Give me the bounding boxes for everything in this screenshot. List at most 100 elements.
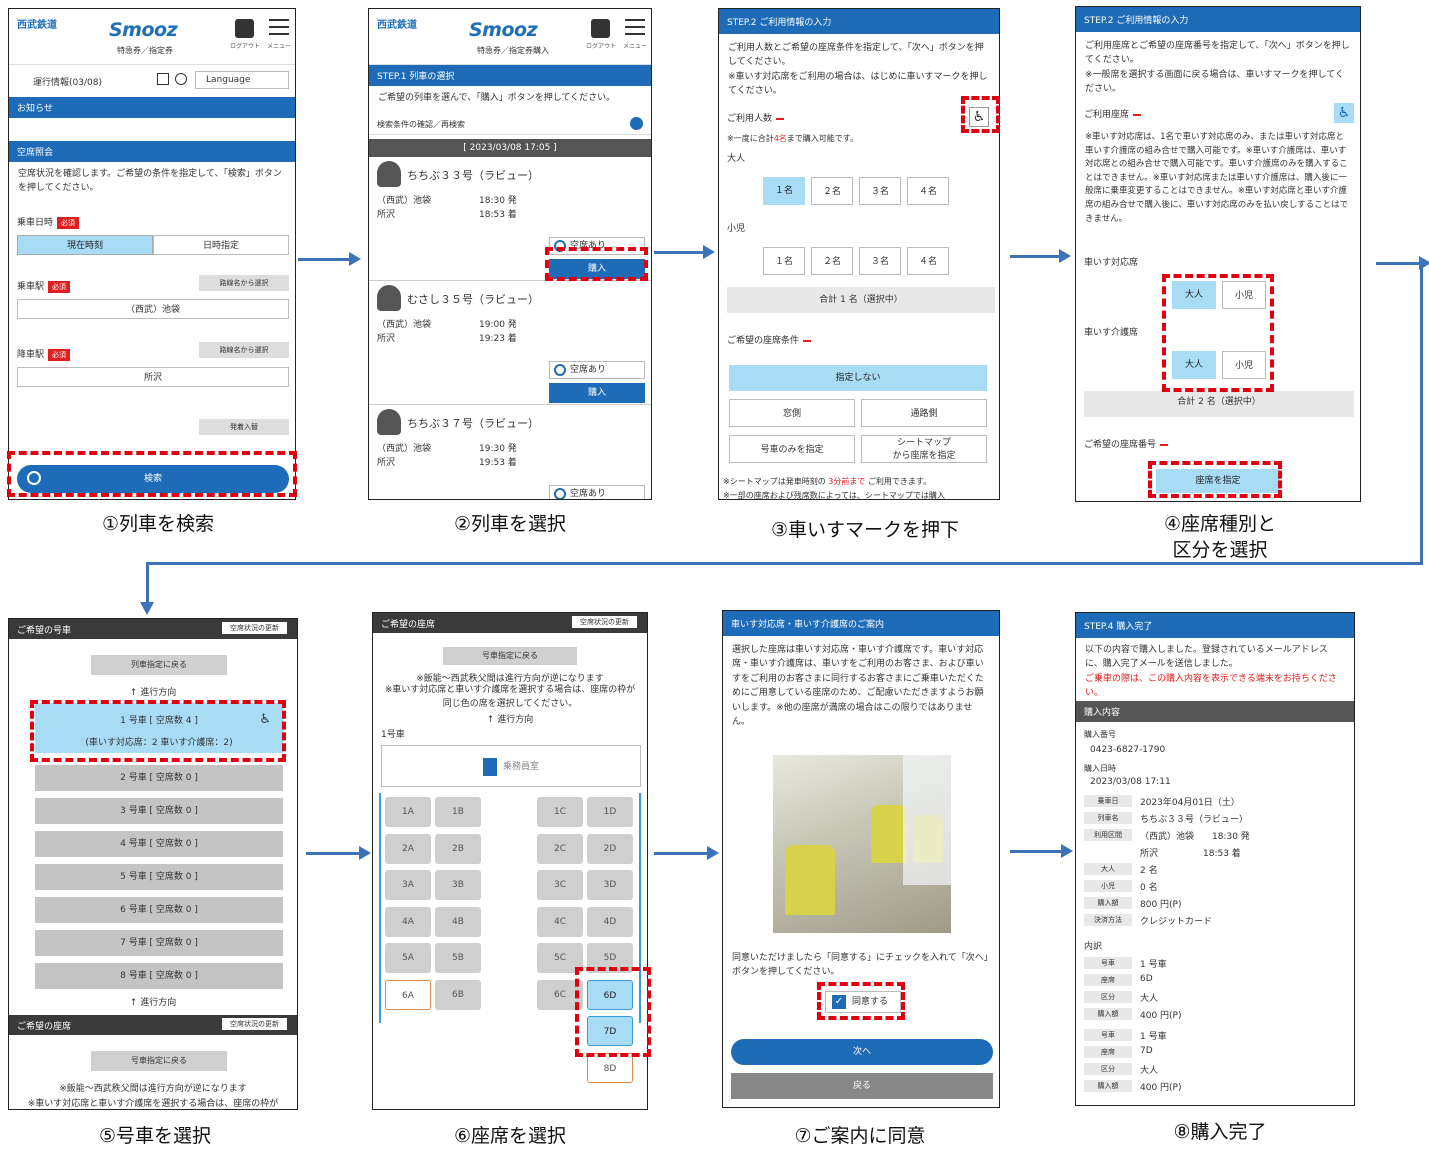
car-button[interactable]: 7 号車 [ 空席数 0 ] bbox=[35, 930, 283, 956]
highlight-car bbox=[30, 700, 286, 762]
plus-icon bbox=[630, 117, 643, 130]
flow-arrowhead bbox=[140, 602, 154, 615]
car-button[interactable]: 3 号車 [ 空席数 0 ] bbox=[35, 798, 283, 824]
seat-4b[interactable]: 4B bbox=[435, 906, 481, 937]
detail-key: 座席 bbox=[1084, 974, 1132, 986]
buy-button[interactable]: 購入 bbox=[549, 383, 645, 403]
flow-arrow bbox=[1010, 249, 1071, 263]
notice-bar: お知らせ bbox=[9, 97, 295, 118]
adult-count-button[interactable]: ２名 bbox=[811, 177, 853, 205]
cond-window-button[interactable]: 窓側 bbox=[729, 399, 855, 427]
logout-icon[interactable] bbox=[235, 19, 254, 38]
section-bar: 空席照会 bbox=[9, 141, 295, 162]
car-button[interactable]: 2 号車 [ 空席数 0 ] bbox=[35, 765, 283, 791]
back-button[interactable]: 号車指定に戻る bbox=[443, 647, 577, 665]
cond-aisle-button[interactable]: 通路側 bbox=[861, 399, 987, 427]
seat-6a[interactable]: 6A bbox=[385, 979, 431, 1010]
crew-room: 乗務員室 bbox=[381, 745, 641, 787]
car-button[interactable]: 8 号車 [ 空席数 0 ] bbox=[35, 963, 283, 989]
seat-6b[interactable]: 6B bbox=[435, 979, 481, 1010]
seat-1b[interactable]: 1B bbox=[435, 797, 481, 827]
arr-line-button[interactable]: 路線名から選択 bbox=[199, 342, 289, 358]
flow-arrow bbox=[306, 846, 371, 860]
child-count-button[interactable]: ２名 bbox=[811, 247, 853, 275]
recheck-link[interactable]: 検索条件の確認／再検索 bbox=[369, 115, 651, 135]
detail-key: 購入額 bbox=[1084, 1008, 1132, 1020]
detail-key: 号車 bbox=[1084, 957, 1132, 969]
train-to: 所沢 bbox=[377, 458, 396, 468]
seat-4a[interactable]: 4A bbox=[385, 906, 431, 937]
seat-4d[interactable]: 4D bbox=[587, 906, 633, 937]
train-arr: 18:53 着 bbox=[479, 210, 517, 220]
cond-seatmap-button[interactable]: シートマップ から座席を指定 bbox=[861, 435, 987, 463]
seat-3b[interactable]: 3B bbox=[435, 870, 481, 900]
adult-count-button[interactable]: ３名 bbox=[859, 177, 901, 205]
child-count-button[interactable]: １名 bbox=[763, 247, 805, 275]
car-button[interactable]: 5 号車 [ 空席数 0 ] bbox=[35, 864, 283, 890]
seat-3d[interactable]: 3D bbox=[587, 870, 633, 900]
train-name: ちちぶ３３号（ラビュー） bbox=[407, 169, 539, 182]
car-button[interactable]: 6 号車 [ 空席数 0 ] bbox=[35, 897, 283, 923]
summary-key: 大人 bbox=[1084, 863, 1132, 875]
seat-1d[interactable]: 1D bbox=[587, 797, 633, 827]
seat-3c[interactable]: 3C bbox=[537, 870, 583, 900]
flow-line bbox=[146, 562, 149, 602]
summary-key: 列車名 bbox=[1084, 812, 1132, 824]
adult-count-button[interactable]: ４名 bbox=[907, 177, 949, 205]
dep-line-button[interactable]: 路線名から選択 bbox=[199, 275, 289, 291]
adult-count-button[interactable]: １名 bbox=[763, 177, 805, 205]
dep-station-select[interactable]: （西武）池袋 bbox=[17, 299, 289, 319]
globe-icon[interactable] bbox=[175, 73, 187, 85]
seat-1a[interactable]: 1A bbox=[385, 797, 431, 827]
app-header: 西武鉄道 Smooz 特急券／指定券購入 ログアウト メニュー bbox=[369, 9, 651, 65]
wheelchair-toggle[interactable]: ♿ bbox=[1334, 103, 1354, 123]
seat-5b[interactable]: 5B bbox=[435, 943, 481, 973]
train-name: ちちぶ３７号（ラビュー） bbox=[407, 417, 539, 430]
seat-5a[interactable]: 5A bbox=[385, 943, 431, 973]
seat-2b[interactable]: 2B bbox=[435, 833, 481, 864]
cond-car-button[interactable]: 号車のみを指定 bbox=[729, 435, 855, 463]
seat-4c[interactable]: 4C bbox=[537, 906, 583, 937]
date-toggle[interactable]: 日時指定 bbox=[153, 235, 289, 255]
child-count-button[interactable]: ４名 bbox=[907, 247, 949, 275]
logout-icon[interactable] bbox=[591, 19, 610, 38]
refresh-button[interactable]: 空席状況の更新 bbox=[222, 622, 287, 634]
train-to: 所沢 bbox=[377, 210, 396, 220]
back-button[interactable]: 戻る bbox=[731, 1073, 993, 1099]
train-item: むさし３５号（ラビュー） （西武）池袋 19:00 発所沢 19:23 着空席あり 購入 bbox=[369, 281, 651, 405]
circle-icon bbox=[554, 488, 566, 499]
info-link[interactable]: 運行情報(03/08) bbox=[33, 75, 102, 88]
seat-2d[interactable]: 2D bbox=[587, 833, 633, 864]
screen-car-select: ご希望の号車 空席状況の更新 列車指定に戻る ↑ 進行方向 1 号車 [ 空席数… bbox=[8, 618, 298, 1110]
next-button[interactable]: 次へ bbox=[731, 1039, 993, 1065]
seat-8d[interactable]: 8D bbox=[587, 1052, 633, 1083]
refresh-button[interactable]: 空席状況の更新 bbox=[222, 1018, 287, 1030]
wheelchair-icon: ♿ bbox=[1337, 105, 1351, 121]
child-count-button[interactable]: ３名 bbox=[859, 247, 901, 275]
summary-key: 購入額 bbox=[1084, 897, 1132, 909]
seat-1c[interactable]: 1C bbox=[537, 797, 583, 827]
cond-none-button[interactable]: 指定しない bbox=[729, 365, 987, 391]
back-button[interactable]: 列車指定に戻る bbox=[91, 655, 227, 675]
seat-2a[interactable]: 2A bbox=[385, 833, 431, 864]
refresh-button[interactable]: 空席状況の更新 bbox=[572, 616, 637, 628]
train-arr: 19:53 着 bbox=[479, 458, 517, 468]
car-button[interactable]: 4 号車 [ 空席数 0 ] bbox=[35, 831, 283, 857]
seat-3a[interactable]: 3A bbox=[385, 870, 431, 900]
flow-line bbox=[1376, 256, 1429, 270]
swap-button[interactable]: 発着入替 bbox=[199, 419, 289, 435]
detail-value: 6D bbox=[1140, 974, 1153, 984]
menu-icon[interactable] bbox=[269, 19, 289, 35]
translate-icon[interactable] bbox=[157, 73, 169, 85]
now-toggle[interactable]: 現在時刻 bbox=[17, 235, 153, 255]
seat-2c[interactable]: 2C bbox=[537, 833, 583, 864]
language-select[interactable]: Language bbox=[195, 71, 289, 89]
detail-key: 購入額 bbox=[1084, 1080, 1132, 1092]
menu-icon[interactable] bbox=[625, 19, 645, 35]
availability-badge: 空席あり bbox=[549, 485, 645, 499]
highlight-pick-seat bbox=[1148, 461, 1282, 498]
arr-station-select[interactable]: 所沢 bbox=[17, 367, 289, 387]
train-to: 所沢 bbox=[377, 334, 396, 344]
train-icon bbox=[377, 161, 401, 187]
back-car-button[interactable]: 号車指定に戻る bbox=[91, 1051, 227, 1071]
